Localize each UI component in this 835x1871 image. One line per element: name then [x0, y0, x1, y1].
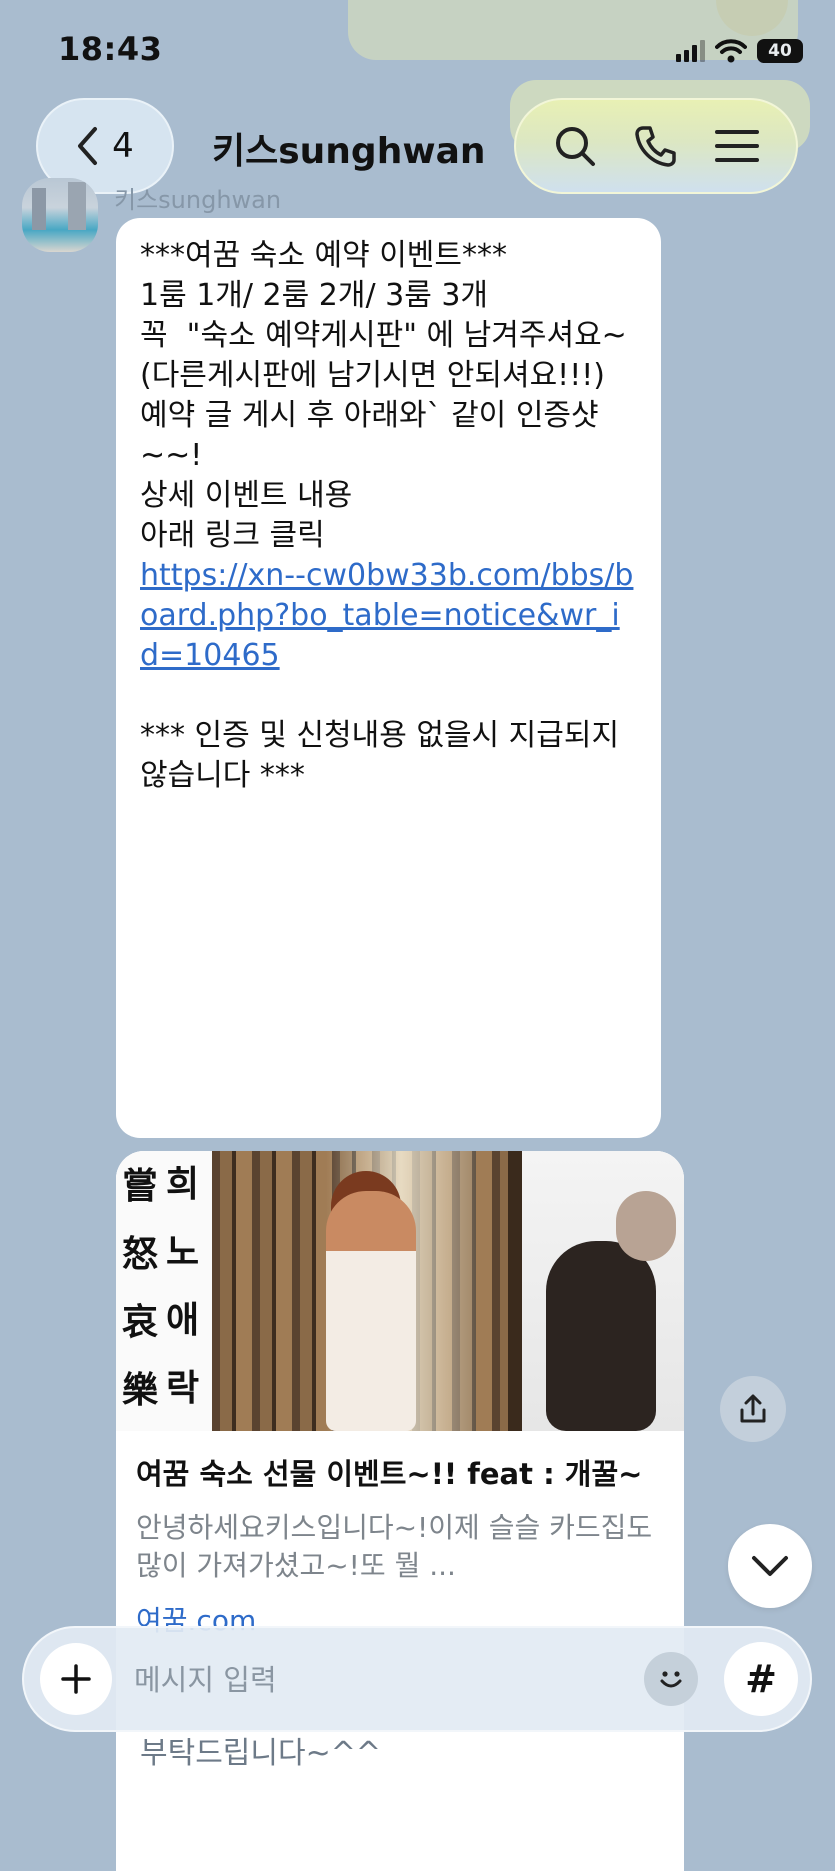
scroll-to-bottom-button[interactable] [728, 1524, 812, 1608]
search-icon [555, 127, 595, 166]
phone-icon [635, 126, 676, 167]
hashtag-button[interactable]: # [724, 1642, 798, 1716]
sender-avatar[interactable] [22, 178, 98, 252]
calligraphy: 嘗 怒 哀 樂 희 노 애 락 [116, 1151, 212, 1431]
smiley-icon [660, 1671, 682, 1688]
preview-image: 嘗 怒 哀 樂 희 노 애 락 [116, 1151, 684, 1431]
unread-count: 4 [112, 126, 134, 166]
plus-icon [61, 1664, 91, 1694]
wifi-icon [715, 39, 747, 63]
chevron-down-icon [752, 1556, 788, 1576]
background-message-text: 부탁드립니다~^^ [140, 1736, 382, 1771]
attach-button[interactable] [40, 1643, 112, 1715]
status-icons: 40 [676, 38, 803, 64]
event-link[interactable]: https://xn--cw0bw33b.com/bbs/board.php?b… [140, 558, 633, 673]
search-button[interactable] [549, 120, 601, 172]
battery-icon: 40 [757, 39, 803, 63]
header-actions [514, 98, 798, 194]
card-description: 안녕하세요키스입니다~!이제 슬슬 카드집도 많이 가져가셨고~!또 뭘 ... [136, 1511, 653, 1582]
message-bubble[interactable]: ***여꿈 숙소 예약 이벤트*** 1룸 1개/ 2룸 2개/ 3룸 3개 꼭… [116, 218, 661, 1138]
message-line: 아래 링크 클릭 [140, 518, 325, 553]
call-button[interactable] [630, 120, 682, 172]
share-button[interactable] [720, 1376, 786, 1442]
message-input[interactable] [132, 1652, 636, 1708]
message-line: 1룸 1개/ 2룸 2개/ 3룸 3개 [140, 278, 489, 313]
message-composer: # [22, 1626, 812, 1732]
cellular-signal-icon [676, 40, 705, 62]
sender-name: 키스sunghwan [114, 186, 282, 214]
menu-icon [715, 130, 760, 162]
message-line: 예약 글 게시 후 아래와` 같이 인증샷 ~~! [140, 398, 599, 473]
message-line: 꼭 "숙소 예약게시판" 에 남겨주셔요~ (다른게시판에 남기시면 안되셔요!… [140, 318, 627, 393]
message-line: 상세 이벤트 내용 [140, 478, 353, 513]
status-bar: 18:43 40 [0, 0, 835, 100]
menu-button[interactable] [711, 120, 763, 172]
emoji-button[interactable] [644, 1652, 698, 1706]
message-line: ***여꿈 숙소 예약 이벤트*** [140, 238, 508, 273]
card-title: 여꿈 숙소 선물 이벤트~!! feat : 개꿀~ [136, 1457, 643, 1491]
status-time: 18:43 [58, 30, 163, 68]
chat-title: 키스sunghwan [212, 131, 486, 172]
message-footer: *** 인증 및 신청내용 없을시 지급되지 않습니다 *** [140, 718, 620, 793]
share-icon [740, 1394, 766, 1423]
chevron-left-icon [78, 127, 98, 165]
